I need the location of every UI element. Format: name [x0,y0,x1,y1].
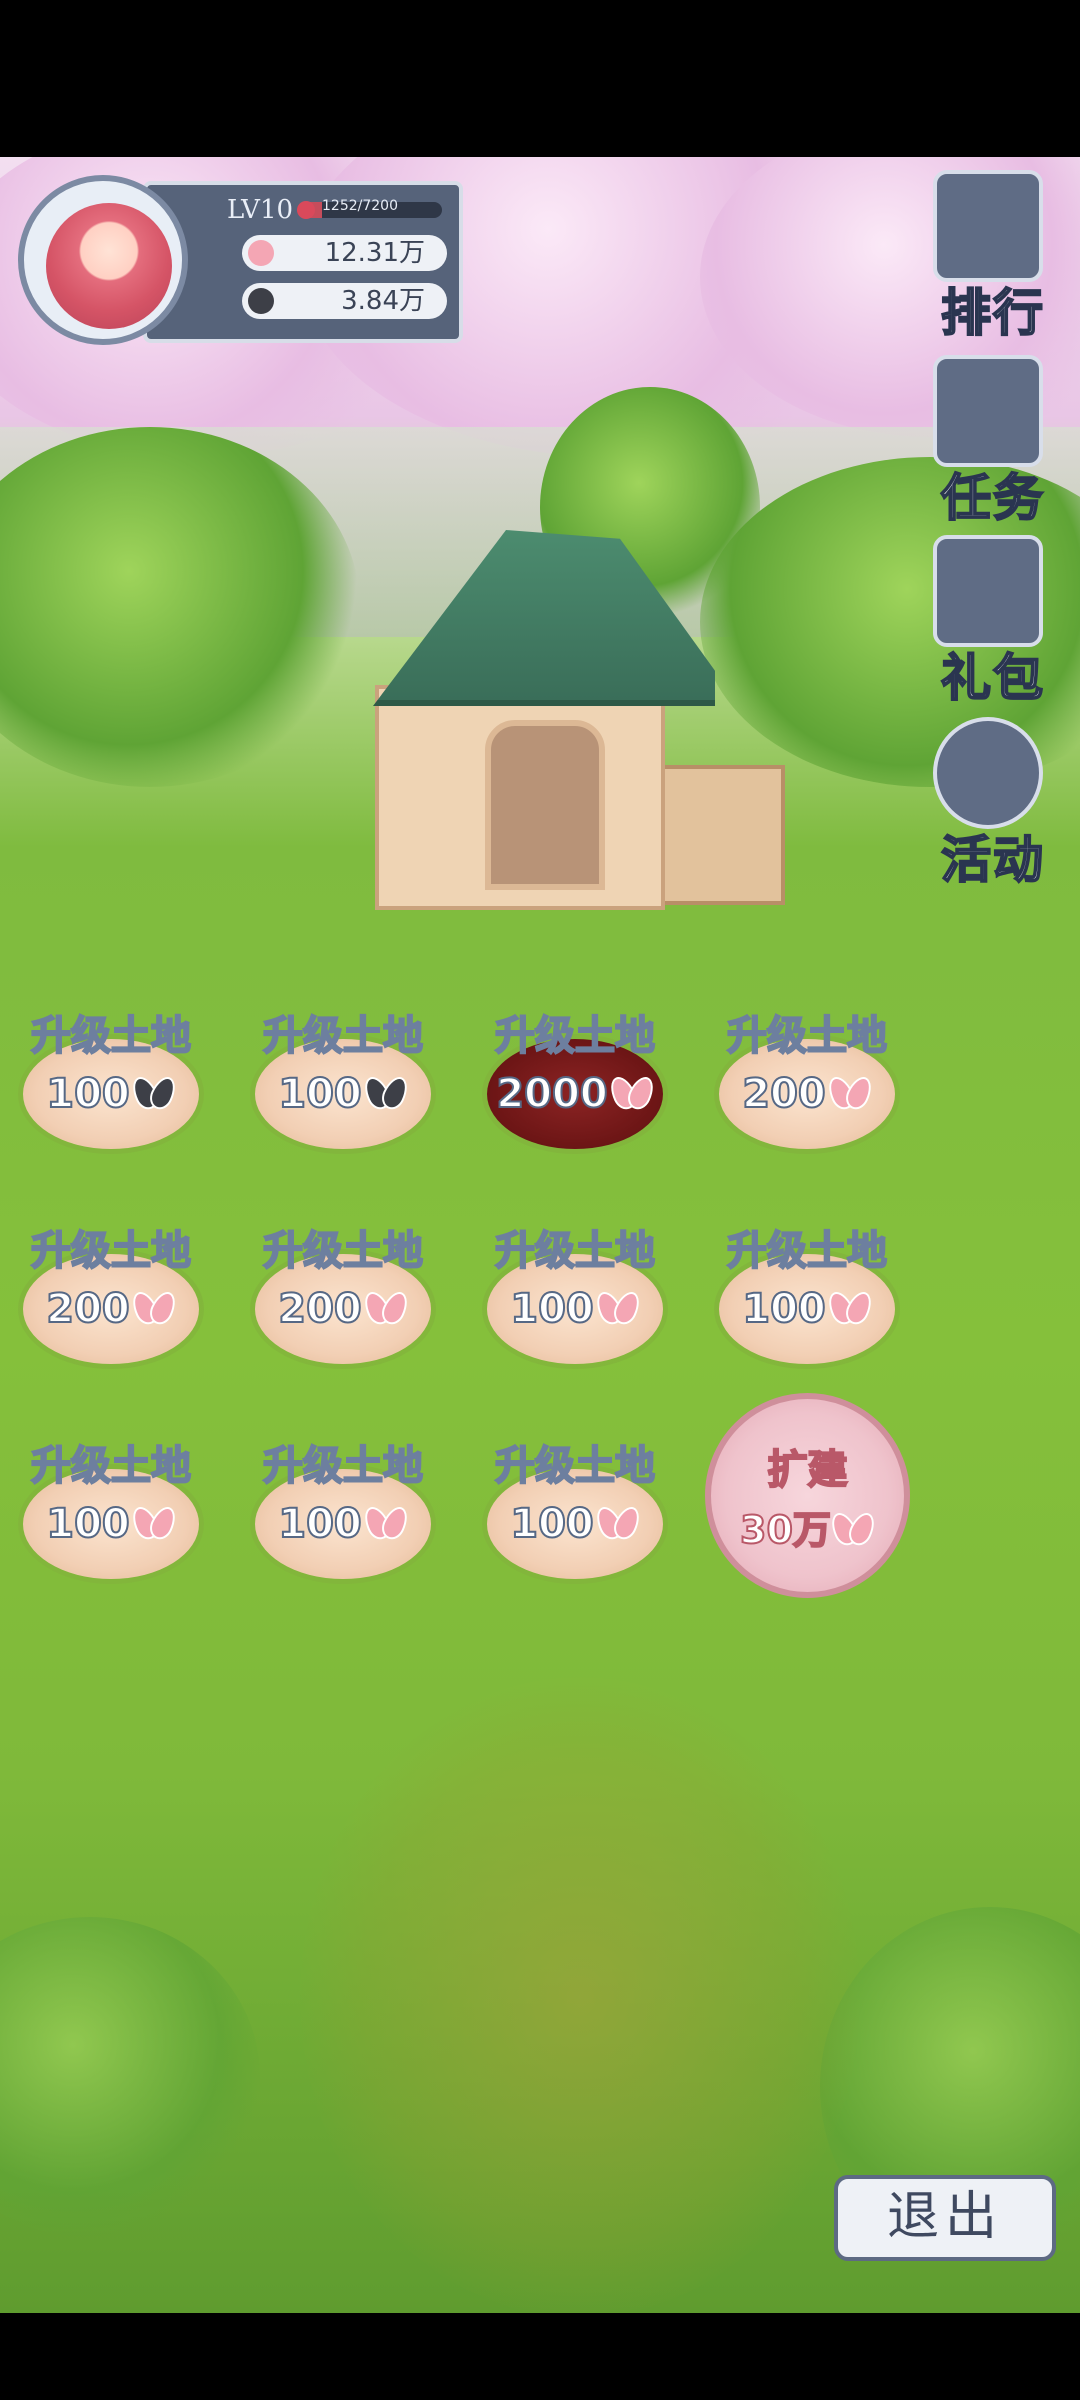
plot-title: 升级土地 [262,1012,424,1060]
navigation-bar-area [0,2313,1080,2400]
pink-petal-icon [610,1074,654,1112]
dark-petal-icon [364,1074,408,1112]
heart-icon [297,201,315,219]
event-icon [933,717,1043,829]
plot-cost-value: 100 [509,1285,594,1333]
plot-cost: 100 [250,1070,436,1118]
pink-petal-icon [596,1504,640,1542]
exit-button[interactable]: 退出 [834,2175,1056,2261]
plot-title: 升级土地 [30,1442,192,1490]
plot-cost: 100 [250,1500,436,1548]
pink-petal-icon [132,1504,176,1542]
land-plot[interactable]: 升级土地 200 [250,1218,436,1368]
status-bar-area [0,0,1080,157]
plot-cost: 200 [18,1285,204,1333]
player-info-panel[interactable]: LV10 1252/7200 12.31万 3.84万 [18,175,468,355]
player-level: LV10 [227,195,294,225]
ranking-button[interactable]: 排行 [918,165,1068,343]
ranking-icon [933,170,1043,282]
land-plot[interactable]: 升级土地 200 [18,1218,204,1368]
plot-cost-value: 100 [45,1500,130,1548]
expand-cost: 30万 [711,1499,904,1554]
pink-currency-value: 12.31万 [324,238,425,268]
expand-label: 扩建 [767,1446,849,1494]
dark-petal-icon [132,1074,176,1112]
plot-cost: 200 [714,1070,900,1118]
pink-petal-icon [132,1289,176,1327]
tasks-button[interactable]: 任务 [918,350,1068,528]
gift-box-icon [933,535,1043,647]
expand-button[interactable]: 扩建 30万 [705,1393,910,1598]
plot-cost: 2000 [482,1070,668,1118]
plot-cost: 100 [482,1285,668,1333]
plot-title: 升级土地 [30,1227,192,1275]
land-plot[interactable]: 升级土地 100 [482,1218,668,1368]
dark-currency-value: 3.84万 [341,286,425,316]
tasks-label: 任务 [940,467,1045,528]
exit-label: 退出 [886,2187,1003,2247]
events-label: 活动 [940,829,1045,890]
plot-title: 升级土地 [262,1227,424,1275]
plot-cost-value: 100 [741,1285,826,1333]
gift-button[interactable]: 礼包 [918,530,1068,708]
land-plot[interactable]: 升级土地 200 [714,1003,900,1153]
dark-currency-display: 3.84万 [242,283,447,319]
plot-cost-value: 100 [277,1500,362,1548]
land-plot[interactable]: 升级土地 100 [250,1003,436,1153]
avatar-frame[interactable] [18,175,188,345]
expand-cost-value: 30万 [739,1507,832,1553]
plot-title: 升级土地 [494,1442,656,1490]
plot-cost: 100 [714,1285,900,1333]
land-plot[interactable]: 升级土地 2000 [482,1003,668,1153]
pink-petal-icon [596,1289,640,1327]
house-roof [373,530,715,706]
plot-cost-value: 100 [45,1070,130,1118]
plot-title: 升级土地 [30,1012,192,1060]
plot-cost: 100 [18,1070,204,1118]
pink-petal-icon [831,1510,875,1548]
plot-title: 升级土地 [494,1012,656,1060]
clipboard-icon [933,355,1043,467]
land-plot[interactable]: 升级土地 100 [18,1003,204,1153]
plot-cost: 100 [482,1500,668,1548]
plot-cost-value: 200 [741,1070,826,1118]
land-plot[interactable]: 升级土地 100 [250,1433,436,1583]
pink-petal-icon [828,1289,872,1327]
plot-title: 升级土地 [726,1012,888,1060]
player-stats-panel: LV10 1252/7200 12.31万 3.84万 [143,181,463,343]
plot-cost-value: 100 [277,1070,362,1118]
plot-title: 升级土地 [494,1227,656,1275]
plot-cost-value: 2000 [495,1070,608,1118]
plot-cost-value: 100 [509,1500,594,1548]
land-plot[interactable]: 升级土地 100 [18,1433,204,1583]
dark-petal-icon [248,288,274,314]
pink-petal-icon [364,1504,408,1542]
gift-label: 礼包 [940,647,1045,708]
land-plot[interactable]: 升级土地 100 [482,1433,668,1583]
events-button[interactable]: 活动 [918,712,1068,890]
plot-cost: 200 [250,1285,436,1333]
pink-petal-icon [828,1074,872,1112]
exp-text: 1252/7200 [322,198,398,214]
dog-house[interactable] [335,510,805,910]
pink-currency-display: 12.31万 [242,235,447,271]
land-plot[interactable]: 升级土地 100 [714,1218,900,1368]
pink-petal-icon [248,240,274,266]
ranking-label: 排行 [940,282,1045,343]
avatar [46,203,172,329]
plot-cost-value: 200 [277,1285,362,1333]
house-door [485,720,605,890]
pink-petal-icon [364,1289,408,1327]
plot-title: 升级土地 [262,1442,424,1490]
plot-cost: 100 [18,1500,204,1548]
plot-cost-value: 200 [45,1285,130,1333]
plot-title: 升级土地 [726,1227,888,1275]
